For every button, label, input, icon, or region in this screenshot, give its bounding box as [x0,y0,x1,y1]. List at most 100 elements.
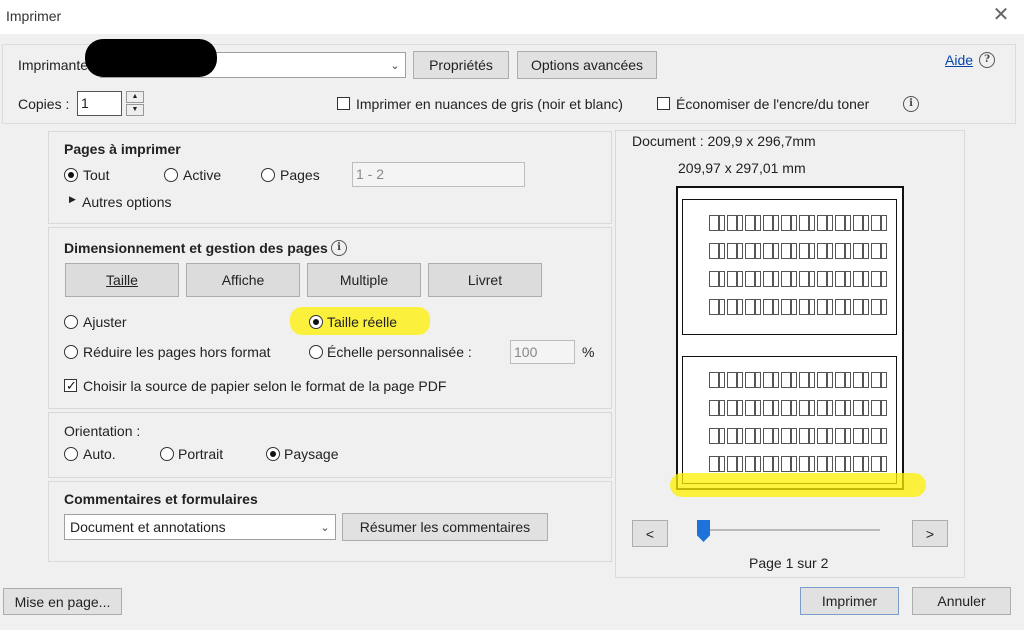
tab-booklet[interactable]: Livret [428,263,542,297]
preview-label-cell [719,456,725,472]
print-button[interactable]: Imprimer [800,587,899,615]
next-page-button[interactable]: > [912,520,948,547]
custom-scale-input[interactable]: 100 [510,340,575,364]
page-setup-button[interactable]: Mise en page... [3,588,122,615]
save-ink-checkbox[interactable] [657,97,670,110]
preview-label-cell [835,271,845,287]
preview-label-cell [871,243,881,259]
tab-size[interactable]: Taille [65,263,179,297]
radio-all[interactable] [64,168,78,182]
copies-input[interactable]: 1 [77,91,122,116]
close-icon[interactable]: ✕ [991,4,1011,26]
more-options-toggle[interactable]: Autres options [82,194,172,210]
preview-label-cell [817,243,827,259]
tab-multiple[interactable]: Multiple [307,263,421,297]
preview-label-cell [737,400,743,416]
preview-label-cell [835,428,845,444]
preview-label-cell [755,372,761,388]
preview-label-cell [727,271,737,287]
previous-page-button[interactable]: < [632,520,668,547]
preview-label-cell [881,271,887,287]
preview-label-cell [845,428,851,444]
radio-active[interactable] [164,168,178,182]
preview-label-cell [745,456,755,472]
help-link[interactable]: Aide [945,52,973,68]
preview-label-cell [871,428,881,444]
preview-label-cell [709,428,719,444]
preview-label-cell [835,299,845,315]
radio-landscape[interactable] [266,447,280,461]
preview-label-cell [853,372,863,388]
sizing-info-icon[interactable]: i [331,240,347,256]
preview-label-cell [853,215,863,231]
preview-label-cell [881,215,887,231]
preview-label-cell [853,400,863,416]
preview-label-cell [773,372,779,388]
preview-label-cell [773,400,779,416]
preview-label-cell [863,372,869,388]
title-bar [0,0,1024,34]
page-range-input[interactable]: 1 - 2 [352,162,525,187]
summarize-comments-button[interactable]: Résumer les commentaires [342,513,548,541]
preview-label-cell [755,428,761,444]
preview-label-cell [863,271,869,287]
preview-label-cell [853,243,863,259]
info-icon[interactable]: i [903,96,919,112]
preview-label-cell [755,243,761,259]
chevron-down-icon: ⌄ [390,59,400,72]
preview-label-cell [845,243,851,259]
cancel-button[interactable]: Annuler [912,587,1011,615]
radio-shrink-label: Réduire les pages hors format [83,344,271,360]
preview-label-cell [709,215,719,231]
radio-custom-scale[interactable] [309,345,323,359]
page-slider-track[interactable] [700,529,880,531]
preview-label-cell [773,456,779,472]
preview-label-cell [791,243,797,259]
properties-button[interactable]: Propriétés [413,51,509,79]
printer-select[interactable]: ⌄ [85,39,406,78]
paper-size-label: 209,97 x 297,01 mm [678,160,806,176]
preview-label-cell [727,372,737,388]
preview-label-cell [781,456,791,472]
radio-portrait[interactable] [160,447,174,461]
copies-up-icon[interactable]: ▲ [126,91,144,103]
radio-shrink[interactable] [64,345,78,359]
preview-label-cell [799,271,809,287]
copies-down-icon[interactable]: ▼ [126,104,144,116]
preview-label-cell [719,243,725,259]
expand-triangle-icon[interactable]: ▶ [69,194,76,205]
radio-landscape-label: Paysage [284,446,339,462]
preview-label-cell [799,456,809,472]
preview-label-cell [737,271,743,287]
radio-actual-size[interactable] [309,315,323,329]
comments-select[interactable]: Document et annotations ⌄ [64,514,336,540]
radio-fit[interactable] [64,315,78,329]
tab-poster[interactable]: Affiche [186,263,300,297]
preview-label-cell [827,271,833,287]
preview-label-cell [881,428,887,444]
radio-pages[interactable] [261,168,275,182]
preview-label-cell [881,400,887,416]
preview-label-cell [781,428,791,444]
preview-label-cell [763,215,773,231]
preview-label-cell [827,456,833,472]
preview-label-cell [763,243,773,259]
preview-label-cell [709,372,719,388]
grayscale-label: Imprimer en nuances de gris (noir et bla… [356,96,623,112]
preview-label-cell [871,400,881,416]
preview-label-cell [827,243,833,259]
preview-label-cell [817,428,827,444]
radio-auto[interactable] [64,447,78,461]
preview-label-cell [799,299,809,315]
preview-label-cell [809,299,815,315]
preview-label-cell [809,428,815,444]
paper-source-checkbox[interactable] [64,379,77,392]
preview-label-cell [863,299,869,315]
help-icon[interactable]: ? [979,52,995,68]
grayscale-checkbox[interactable] [337,97,350,110]
preview-label-cell [817,215,827,231]
preview-label-cell [791,372,797,388]
advanced-options-button[interactable]: Options avancées [517,51,657,79]
preview-label-cell [737,299,743,315]
preview-label-cell [827,400,833,416]
